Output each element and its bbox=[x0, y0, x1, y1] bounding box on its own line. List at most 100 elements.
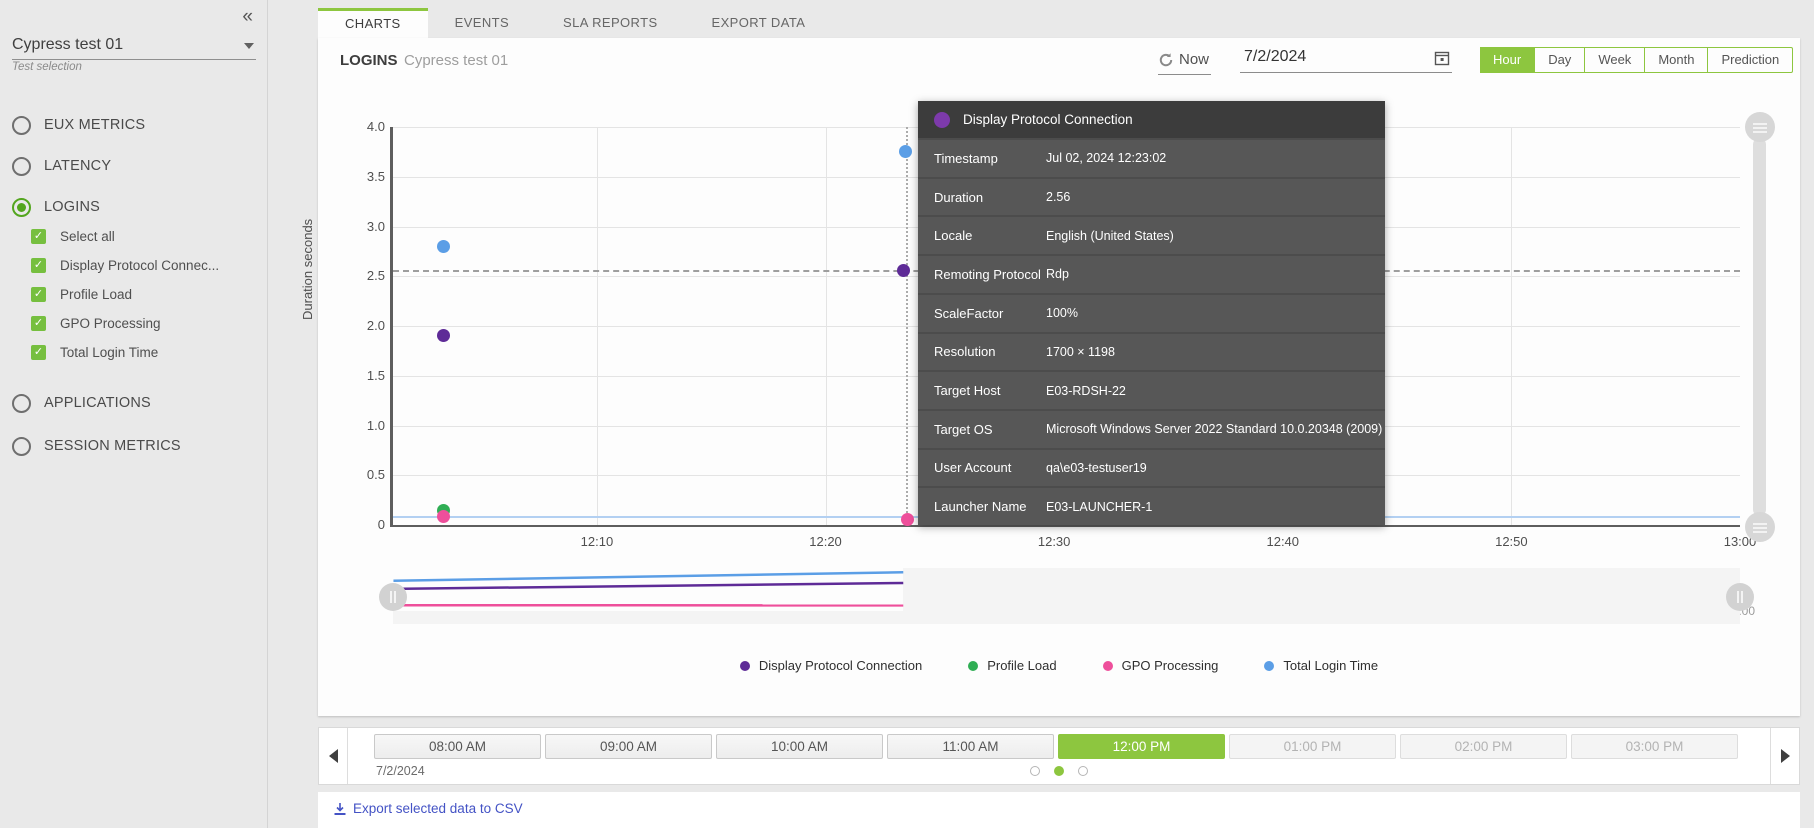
range-button[interactable]: Prediction bbox=[1708, 47, 1793, 73]
page-title: LOGINS bbox=[340, 52, 398, 69]
test-select-dropdown[interactable]: Cypress test 01 bbox=[12, 36, 256, 60]
checkbox-checked-icon: ✓ bbox=[31, 345, 46, 360]
radio-icon bbox=[12, 394, 31, 413]
data-point-gpo-processing[interactable] bbox=[901, 513, 914, 526]
series-dot-icon bbox=[934, 112, 950, 128]
timeline-page-dot[interactable] bbox=[1054, 766, 1064, 776]
timeline-next-icon[interactable] bbox=[1781, 749, 1790, 763]
login-metric-checkbox-row[interactable]: ✓ GPO Processing bbox=[31, 312, 268, 334]
tooltip-row-label: Timestamp bbox=[934, 151, 1046, 166]
login-metric-checkbox-row[interactable]: ✓ Profile Load bbox=[31, 283, 268, 305]
tooltip-row: Resolution 1700 × 1198 bbox=[918, 332, 1385, 371]
x-axis-line bbox=[390, 525, 1740, 527]
tooltip-title: Display Protocol Connection bbox=[963, 112, 1133, 127]
hour-slot-button[interactable]: 12:00 PM bbox=[1058, 734, 1225, 759]
sidebar-metric-label: SESSION METRICS bbox=[44, 438, 181, 454]
sidebar-metric-radio[interactable]: EUX METRICS bbox=[12, 113, 268, 137]
overview-line-total-login-time bbox=[393, 572, 903, 581]
legend-item[interactable]: Total Login Time bbox=[1264, 658, 1378, 673]
tooltip-row: Timestamp Jul 02, 2024 12:23:02 bbox=[918, 138, 1385, 177]
tooltip-row: Target Host E03-RDSH-22 bbox=[918, 370, 1385, 409]
hour-slot-button[interactable]: 10:00 AM bbox=[716, 734, 883, 759]
range-button[interactable]: Month bbox=[1645, 47, 1708, 73]
tooltip-row-label: Launcher Name bbox=[934, 499, 1046, 514]
legend-label: Profile Load bbox=[987, 658, 1056, 673]
tab[interactable]: CHARTS bbox=[318, 8, 428, 38]
tooltip-row-label: ScaleFactor bbox=[934, 306, 1046, 321]
hour-slot-button[interactable]: 01:00 PM bbox=[1229, 734, 1396, 759]
tab[interactable]: SLA REPORTS bbox=[536, 8, 684, 38]
refresh-icon bbox=[1158, 52, 1174, 68]
hour-slot-button[interactable]: 03:00 PM bbox=[1571, 734, 1738, 759]
sidebar-metric-radio[interactable]: LATENCY bbox=[12, 154, 268, 178]
test-selection-label: Test selection bbox=[12, 61, 82, 73]
y-zoom-slider-handle-bottom[interactable] bbox=[1745, 512, 1775, 542]
sidebar-metric-label: LOGINS bbox=[44, 199, 100, 215]
tooltip-row: Target OS Microsoft Windows Server 2022 … bbox=[918, 409, 1385, 448]
tooltip-row-value: E03-LAUNCHER-1 bbox=[1046, 500, 1158, 514]
range-button[interactable]: Day bbox=[1535, 47, 1585, 73]
y-zoom-slider-track[interactable] bbox=[1753, 138, 1766, 516]
data-point-gpo-processing[interactable] bbox=[437, 510, 450, 523]
tooltip-row-label: Remoting Protocol bbox=[934, 267, 1046, 282]
login-metric-label: Display Protocol Connec... bbox=[60, 258, 219, 273]
hour-timeline-bar: 08:00 AM09:00 AM10:00 AM11:00 AM12:00 PM… bbox=[318, 727, 1800, 785]
checkbox-checked-icon: ✓ bbox=[31, 258, 46, 273]
data-point-display-protocol-connection[interactable] bbox=[897, 264, 910, 277]
range-button-group: HourDayWeekMonthPrediction bbox=[1480, 47, 1793, 73]
radio-icon bbox=[12, 157, 31, 176]
tooltip-row-value: 2.56 bbox=[1046, 190, 1076, 204]
legend-label: GPO Processing bbox=[1122, 658, 1219, 673]
legend-dot-icon bbox=[1103, 661, 1113, 671]
login-metric-checkbox-row[interactable]: ✓ Total Login Time bbox=[31, 341, 268, 363]
sidebar-metric-radio[interactable]: SESSION METRICS bbox=[12, 434, 268, 458]
legend-item[interactable]: Display Protocol Connection bbox=[740, 658, 922, 673]
calendar-icon[interactable] bbox=[1434, 50, 1450, 71]
login-metric-checkbox-row[interactable]: ✓ Select all bbox=[31, 225, 268, 247]
timeline-page-dot[interactable] bbox=[1030, 766, 1040, 776]
legend-item[interactable]: Profile Load bbox=[968, 658, 1056, 673]
sidebar-metric-radio[interactable]: LOGINS bbox=[12, 195, 268, 219]
overview-range-handle-right[interactable] bbox=[1726, 583, 1754, 611]
tooltip-row-value: qa\e03-testuser19 bbox=[1046, 461, 1153, 475]
login-metric-label: Select all bbox=[60, 229, 115, 244]
login-metric-label: Total Login Time bbox=[60, 345, 158, 360]
legend-dot-icon bbox=[1264, 661, 1274, 671]
tooltip-row: Locale English (United States) bbox=[918, 215, 1385, 254]
legend-dot-icon bbox=[968, 661, 978, 671]
tab[interactable]: EXPORT DATA bbox=[685, 8, 833, 38]
tooltip-row-label: Locale bbox=[934, 228, 1046, 243]
y-zoom-slider-handle-top[interactable] bbox=[1745, 112, 1775, 142]
hour-slot-button[interactable]: 08:00 AM bbox=[374, 734, 541, 759]
datapoint-tooltip: Display Protocol Connection Timestamp Ju… bbox=[918, 101, 1385, 525]
tooltip-row: Duration 2.56 bbox=[918, 177, 1385, 216]
sidebar-metric-label: APPLICATIONS bbox=[44, 395, 151, 411]
checkbox-checked-icon: ✓ bbox=[31, 287, 46, 302]
tooltip-row: Launcher Name E03-LAUNCHER-1 bbox=[918, 486, 1385, 525]
sidebar-collapse-icon[interactable]: « bbox=[242, 6, 253, 28]
sidebar: « Cypress test 01 Test selection EUX MET… bbox=[0, 0, 268, 828]
refresh-now-button[interactable]: Now bbox=[1158, 48, 1211, 75]
sidebar-metric-radio[interactable]: APPLICATIONS bbox=[12, 391, 268, 415]
hour-slot-button[interactable]: 09:00 AM bbox=[545, 734, 712, 759]
hour-slot-button[interactable]: 11:00 AM bbox=[887, 734, 1054, 759]
tooltip-row: ScaleFactor 100% bbox=[918, 293, 1385, 332]
range-button[interactable]: Week bbox=[1585, 47, 1645, 73]
legend-item[interactable]: GPO Processing bbox=[1103, 658, 1219, 673]
checkbox-checked-icon: ✓ bbox=[31, 229, 46, 244]
hour-slot-button[interactable]: 02:00 PM bbox=[1400, 734, 1567, 759]
date-input[interactable]: 7/2/2024 bbox=[1240, 46, 1452, 73]
range-button[interactable]: Hour bbox=[1480, 47, 1535, 73]
radio-icon bbox=[12, 437, 31, 456]
export-csv-link[interactable]: Export selected data to CSV bbox=[333, 801, 523, 816]
timeline-prev-icon[interactable] bbox=[329, 749, 338, 763]
tab[interactable]: EVENTS bbox=[428, 8, 536, 38]
login-metric-checkbox-row[interactable]: ✓ Display Protocol Connec... bbox=[31, 254, 268, 276]
checkbox-checked-icon: ✓ bbox=[31, 316, 46, 331]
legend-label: Total Login Time bbox=[1283, 658, 1378, 673]
overview-range-handle-left[interactable] bbox=[379, 583, 407, 611]
timeline-page-dot[interactable] bbox=[1078, 766, 1088, 776]
test-select-value: Cypress test 01 bbox=[12, 36, 123, 53]
page-subtitle: Cypress test 01 bbox=[404, 52, 508, 69]
overview-lines bbox=[393, 568, 1740, 611]
